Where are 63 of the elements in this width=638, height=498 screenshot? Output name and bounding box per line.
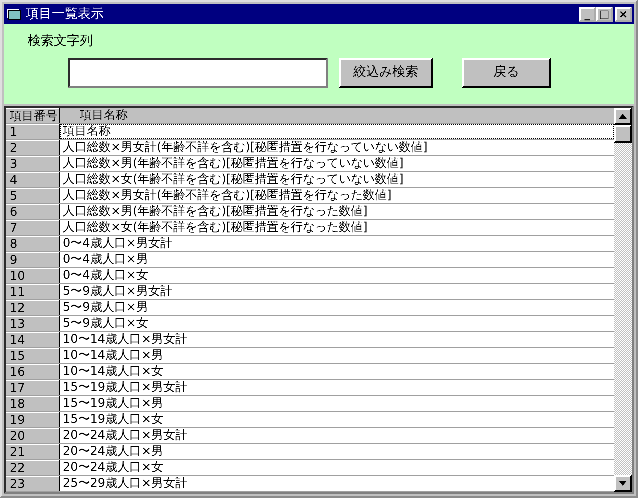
row-number: 5 — [6, 188, 60, 203]
scroll-thumb[interactable] — [614, 125, 632, 143]
maximize-button[interactable]: □ — [596, 6, 613, 22]
scroll-up-button[interactable] — [614, 108, 632, 125]
row-number: 13 — [6, 316, 60, 331]
table-cell-text: 人口総数×男(年齢不詳を含む)[秘匿措置を行なっていない数値] — [62, 156, 405, 171]
table-cell-text: 20〜24歳人口×女 — [62, 460, 165, 475]
row-number: 22 — [6, 460, 60, 475]
column-header[interactable]: 項目名称 — [60, 108, 614, 123]
row-number: 7 — [6, 220, 60, 235]
row-number: 6 — [6, 204, 60, 219]
minimize-button[interactable]: _ — [579, 6, 596, 22]
scrollbar[interactable] — [614, 108, 632, 492]
down-arrow-icon — [619, 481, 627, 486]
table-cell-text: 20〜24歳人口×男 — [62, 444, 165, 459]
close-button[interactable]: × — [615, 6, 632, 22]
row-number: 4 — [6, 172, 60, 187]
row-number: 21 — [6, 444, 60, 459]
row-number: 3 — [6, 156, 60, 171]
window-icon — [6, 7, 22, 21]
search-label: 検索文字列 — [28, 33, 93, 51]
table-cell-text: 25〜29歳人口×男女計 — [62, 476, 189, 491]
table-cell-text: 人口総数×男女計(年齢不詳を含む)[秘匿措置を行なった数値] — [62, 188, 393, 203]
table-cell-text: 人口総数×男女計(年齢不詳を含む)[秘匿措置を行なっていない数値] — [62, 140, 429, 155]
up-arrow-icon — [619, 114, 627, 119]
table-cell-text: 10〜14歳人口×男女計 — [62, 332, 189, 347]
row-number: 8 — [6, 236, 60, 251]
table-cell-text: 5〜9歳人口×男女計 — [62, 284, 174, 299]
search-field[interactable] — [68, 58, 328, 88]
row-number: 12 — [6, 300, 60, 315]
table-cell-text: 0〜4歳人口×男 — [62, 252, 150, 267]
row-number: 1 — [6, 124, 60, 139]
row-number: 20 — [6, 428, 60, 443]
table-cell-text: 10〜14歳人口×男 — [62, 348, 165, 363]
row-number: 16 — [6, 364, 60, 379]
table-cell-text: 10〜14歳人口×女 — [62, 364, 165, 379]
table-cell-text: 0〜4歳人口×男女計 — [62, 236, 174, 251]
row-number: 14 — [6, 332, 60, 347]
row-number: 19 — [6, 412, 60, 427]
row-number: 9 — [6, 252, 60, 267]
window-title: 項目一覧表示 — [26, 8, 105, 20]
table-cell-text: 5〜9歳人口×女 — [62, 316, 150, 331]
table-cell-text: 人口総数×女(年齢不詳を含む)[秘匿措置を行なった数値] — [62, 220, 369, 235]
table-cell-text: 15〜19歳人口×男 — [62, 396, 165, 411]
row-number: 23 — [6, 476, 60, 491]
row-number: 11 — [6, 284, 60, 299]
scroll-down-button[interactable] — [614, 475, 632, 492]
table-cell-text: 20〜24歳人口×男女計 — [62, 428, 189, 443]
row-number: 2 — [6, 140, 60, 155]
table-cell-text: 5〜9歳人口×男 — [62, 300, 150, 315]
table-cell-text: 15〜19歳人口×女 — [62, 412, 165, 427]
table-cell-text: 0〜4歳人口×女 — [62, 268, 150, 283]
column-header[interactable]: 項目番号 — [6, 108, 60, 123]
table-cell-text: 15〜19歳人口×男女計 — [62, 380, 189, 395]
row-number: 10 — [6, 268, 60, 283]
row-number: 18 — [6, 396, 60, 411]
back-button[interactable]: 戻る — [462, 58, 551, 88]
row-number: 17 — [6, 380, 60, 395]
filter-search-button[interactable]: 絞込み検索 — [339, 58, 433, 88]
row-number: 15 — [6, 348, 60, 363]
table-cell: 項目名称 — [60, 124, 614, 139]
table-cell-text: 人口総数×女(年齢不詳を含む)[秘匿措置を行なっていない数値] — [62, 172, 405, 187]
table-cell-text: 人口総数×男(年齢不詳を含む)[秘匿措置を行なった数値] — [62, 204, 369, 219]
